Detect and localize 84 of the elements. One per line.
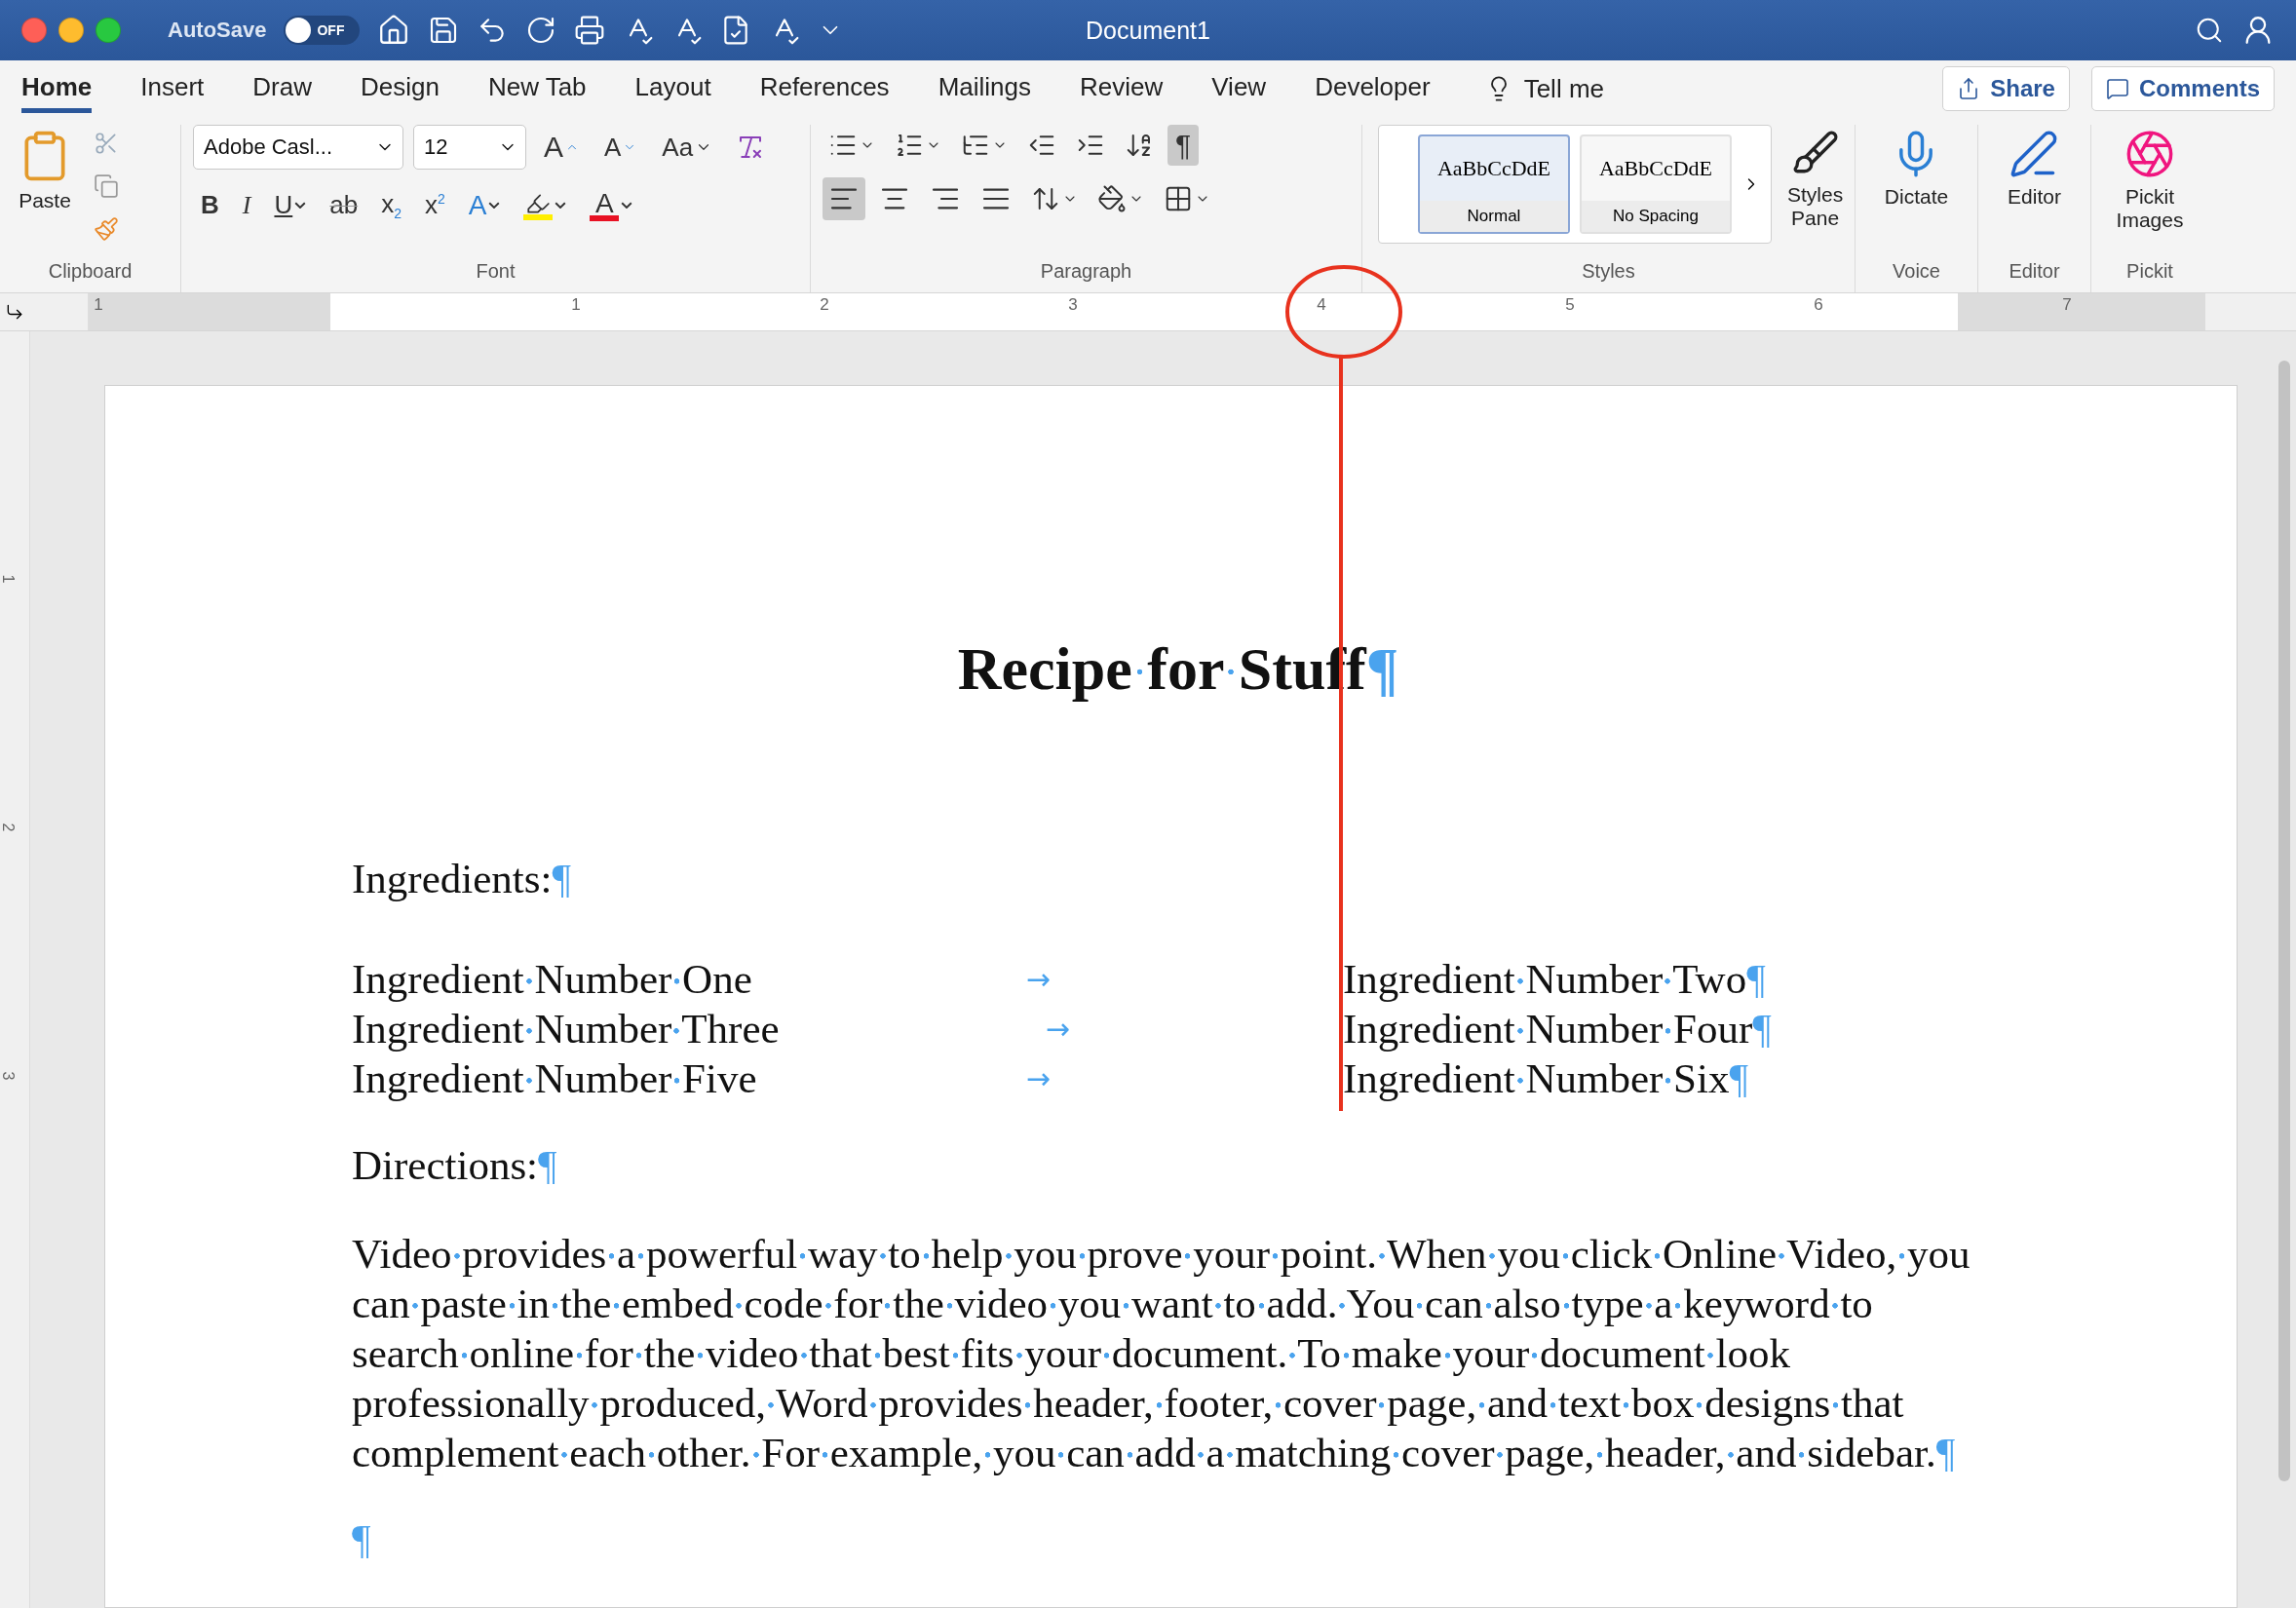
comment-icon [2105,77,2129,100]
autosave-toggle[interactable]: OFF [284,16,361,45]
ribbon-tab[interactable]: Mailings [938,64,1031,113]
color-button[interactable]: A [582,185,641,225]
ribbon-tab[interactable]: New Tab [487,64,587,113]
ruler-number: 3 [1068,295,1078,315]
ruler-number: 3 [0,1071,18,1081]
paste-button[interactable]: Paste [12,125,78,256]
grow-font-button[interactable]: A [536,127,587,168]
ingredient-text: Ingredient Number Six¶ [1343,1054,1748,1103]
body-paragraph: Video provides a powerful way to help you prove your point. When you click Online Video, you can paste in the embed code for the video you want to add. You can also type a keyword to search online for the video that best fits your document. To make your document look professionally produced, Word provides header, footer, cover page, and text box designs that complement each other. For example, you can add a matching cover page, header, and sidebar.¶ [352,1230,1971,1477]
format-button[interactable]: x$_{2}$ [373,185,409,226]
group-label: Voice [1892,259,1941,284]
styles-pane-button[interactable]: Styles Pane [1781,125,1850,235]
group-label: Clipboard [47,259,134,284]
ribbon-tab[interactable]: Draw [252,64,312,113]
ribbon-tab[interactable]: Design [360,64,440,113]
ribbon-tab[interactable]: Review [1080,64,1164,113]
maximize-button[interactable] [96,18,121,43]
pickit-images-button[interactable]: Pickit Images [2103,125,2197,256]
ingredient-text: Ingredient Number One [352,955,752,1004]
tab-selector-icon [5,302,24,322]
group-label: Editor [2008,259,2061,284]
editor-button[interactable]: Editor [2002,125,2067,256]
align-button[interactable] [823,177,865,220]
show-marks-button[interactable]: ¶ [1167,125,1200,166]
ruler-number: 4 [1317,295,1326,315]
format-button[interactable]: U [266,186,315,225]
tab-mark: → [1025,961,1051,998]
share-button[interactable]: Share [1942,66,2070,111]
copy-icon [94,173,119,199]
caret-icon [621,202,633,210]
format-button[interactable]: B [193,186,227,225]
pilcrow-mark: ¶ [352,1515,371,1564]
ruler-number: 7 [2062,295,2072,315]
ruler-number: 6 [1814,295,1823,315]
change-case-button[interactable]: Aa [654,128,721,167]
tab-mark: → [1045,1011,1070,1048]
color-button[interactable]: A [460,187,509,223]
paintbrush-icon [94,216,119,242]
comments-button[interactable]: Comments [2090,66,2275,111]
minimize-button[interactable] [58,18,84,43]
caret-icon [555,202,567,210]
format-button[interactable]: I [234,186,259,224]
ribbon-tab[interactable]: Developer [1315,64,1431,113]
format-button[interactable]: x$^{2}$ [416,186,453,225]
caret-icon [488,202,501,210]
ruler-number: 5 [1565,295,1575,315]
ingredient-text: Ingredient Number Four¶ [1343,1005,1772,1053]
ruler-number: 2 [820,295,829,315]
tab-mark: → [1025,1060,1051,1097]
ruler-number: 1 [94,295,103,315]
tell-me-button[interactable]: Tell me [1478,72,1610,105]
group-label: Paragraph [1039,259,1133,284]
borders-icon [1164,184,1193,213]
ribbon-tab[interactable]: References [759,64,890,113]
font-name-field[interactable]: Adobe Casl... [193,125,403,170]
ingredient-text: Ingredient Number Two¶ [1343,955,1766,1004]
shrink-font-button[interactable]: A [596,128,645,167]
aperture-icon [2124,129,2175,179]
ribbon-tab[interactable]: Insert [140,64,205,113]
search-icon [2195,16,2224,45]
window-title: Document1 [1086,16,1210,45]
group-label: Pickit [2125,259,2174,284]
style-card[interactable]: AaBbCcDdE Normal [1418,134,1570,234]
group-label: Styles [1581,259,1636,284]
ingredient-text: Ingredient Number Five [352,1054,757,1103]
print-icon [574,15,606,46]
section-label: Directions:¶ [352,1141,557,1190]
paint-bucket-icon [1097,184,1127,213]
ribbon-tab[interactable]: Layout [634,64,711,113]
caret-icon [294,202,307,210]
scrollbar[interactable] [2278,361,2290,1481]
ruler-number: 1 [571,295,581,315]
ingredient-text: Ingredient Number Three [352,1005,780,1053]
autosave-label: AutoSave [168,18,267,43]
ruler-number: 1 [0,574,18,584]
group-label: Font [475,259,517,284]
font-size-field[interactable]: 12 [413,125,526,170]
ruler-number: 2 [0,823,18,832]
style-card[interactable]: AaBbCcDdE No Spacing [1580,134,1732,234]
section-label: Ingredients:¶ [352,855,571,903]
dictate-button[interactable]: Dictate [1878,125,1955,256]
ribbon-tab[interactable]: View [1211,64,1267,113]
